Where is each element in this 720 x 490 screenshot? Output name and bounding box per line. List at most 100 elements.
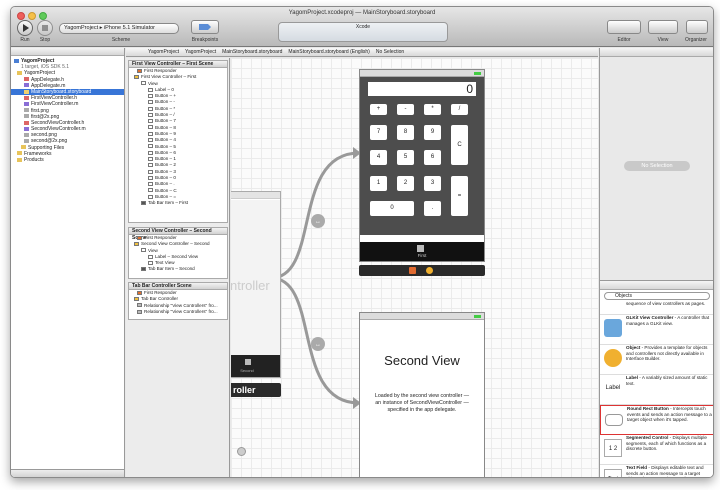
activity-viewer: Xcode xyxy=(278,22,448,42)
first-view-controller-scene[interactable]: 0 + - * / 7 8 9 C 4 5 6 1 2 3 = 0 . Firs… xyxy=(359,69,485,262)
outline-row[interactable]: Relationship "View Controllers" fro... xyxy=(129,309,227,315)
calc-key[interactable]: 7 xyxy=(370,125,387,140)
library-item[interactable]: sequence of view controllers as pages. xyxy=(600,301,713,315)
jumpbar-item[interactable]: MainStoryboard.storyboard (English) xyxy=(288,49,369,55)
library-item-selected[interactable]: Round Rect Button - Intercepts touch eve… xyxy=(600,405,713,435)
button-icon xyxy=(148,100,153,105)
view-segment[interactable] xyxy=(648,20,678,34)
responder-icon xyxy=(137,290,142,295)
jumpbar-item[interactable]: No Selection xyxy=(376,49,404,55)
scene-dock-tabbar[interactable]: roller xyxy=(231,383,281,397)
text-field-icon: Text xyxy=(604,469,622,477)
calc-key[interactable]: 2 xyxy=(397,176,414,191)
calc-key-equals[interactable]: = xyxy=(451,176,468,216)
object-cube-icon xyxy=(604,349,622,367)
calc-key[interactable]: 4 xyxy=(370,150,387,165)
tabbar-item-icon xyxy=(141,201,146,206)
calc-key[interactable]: 1 xyxy=(370,176,387,191)
calc-key[interactable]: 5 xyxy=(397,150,414,165)
calc-key-divide[interactable]: / xyxy=(451,104,468,115)
library-item[interactable]: Object - Provides a template for objects… xyxy=(600,345,713,375)
controller-icon xyxy=(134,297,139,302)
tabbar-controller-scene[interactable]: ntroller Second xyxy=(231,191,281,378)
scene-dock-first[interactable] xyxy=(359,265,485,276)
tabbar-controller-label: ntroller xyxy=(231,278,270,293)
calc-key[interactable]: 8 xyxy=(397,125,414,140)
image-file-icon xyxy=(24,132,29,137)
button-icon xyxy=(148,188,153,193)
view-icon xyxy=(141,81,146,86)
file-label: FirstViewController.m xyxy=(31,101,79,108)
scene-header[interactable]: First View Controller – First Scene xyxy=(129,61,227,68)
folder-icon xyxy=(17,151,22,156)
utilities-area: No Selection Objects sequence of view co… xyxy=(599,48,713,477)
image-file-icon xyxy=(24,139,29,144)
second-view-description: Loaded by the second view controller — a… xyxy=(374,393,470,413)
folder-icon xyxy=(21,145,26,150)
tab-bar: Second xyxy=(231,355,280,377)
breakpoints-button[interactable] xyxy=(191,20,219,34)
inspector-tabs[interactable] xyxy=(600,48,713,57)
jumpbar-item[interactable]: MainStoryboard.storyboard xyxy=(222,49,282,55)
zoom-control[interactable] xyxy=(237,447,246,456)
second-tab-icon xyxy=(245,359,251,365)
second-view-title: Second View xyxy=(384,353,460,368)
calc-key[interactable]: 3 xyxy=(424,176,441,191)
group-label: Supporting Files xyxy=(28,144,65,151)
folder-icon xyxy=(17,157,22,162)
organizer-button[interactable] xyxy=(686,20,708,34)
calc-key[interactable]: 6 xyxy=(424,150,441,165)
document-outline: First View Controller – First Scene Firs… xyxy=(126,58,230,477)
calc-key-minus[interactable]: - xyxy=(397,104,414,115)
battery-icon xyxy=(474,72,481,75)
file-label: second@2x.png xyxy=(31,138,68,145)
jumpbar-item[interactable]: YagomProject xyxy=(185,49,216,55)
calc-display: 0 xyxy=(368,82,476,96)
stop-button[interactable] xyxy=(37,20,53,36)
group-label: Frameworks xyxy=(24,150,52,157)
library-item[interactable]: Text Text Field - Displays editable text… xyxy=(600,465,713,477)
jump-bar[interactable]: YagomProject YagomProject MainStoryboard.s… xyxy=(126,48,598,57)
run-button[interactable] xyxy=(17,20,33,36)
outline-row[interactable]: Tab Bar Item – First xyxy=(129,200,227,206)
calc-key-dot[interactable]: . xyxy=(424,201,441,216)
source-file-icon xyxy=(24,126,29,131)
svg-text:↔: ↔ xyxy=(315,342,321,348)
calc-key-plus[interactable]: + xyxy=(370,104,387,115)
library-item[interactable]: 1 2 Segmented Control - Displays multipl… xyxy=(600,435,713,465)
editor-segment[interactable] xyxy=(607,20,641,34)
calc-key-multiply[interactable]: * xyxy=(424,104,441,115)
responder-icon xyxy=(137,68,142,73)
round-rect-button-icon xyxy=(605,414,623,426)
calc-key[interactable]: 9 xyxy=(424,125,441,140)
stop-icon xyxy=(42,25,48,31)
second-view-controller-scene[interactable]: Second View Loaded by the second view co… xyxy=(359,312,485,477)
scene-header[interactable]: Second View Controller – Second Scene xyxy=(129,228,227,241)
button-icon xyxy=(148,150,153,155)
object-library: Objects sequence of view controllers as … xyxy=(600,280,713,477)
view-controller-icon xyxy=(426,267,433,274)
navigator-filter-bar[interactable] xyxy=(11,469,124,477)
storyboard-canvas[interactable]: ↔ ↔ ntroller Second roller 0 + - * / 7 8… xyxy=(231,58,598,477)
folder-icon xyxy=(17,71,22,76)
navigator-tabs[interactable] xyxy=(11,48,124,56)
calc-key-zero[interactable]: 0 xyxy=(370,201,414,216)
relationship-icon xyxy=(137,303,142,308)
svg-text:↔: ↔ xyxy=(315,219,321,225)
group-row[interactable]: Products xyxy=(11,157,124,163)
library-tabs[interactable] xyxy=(600,281,713,290)
label-icon: Label xyxy=(605,385,621,391)
calc-key-clear[interactable]: C xyxy=(451,125,468,165)
source-file-icon xyxy=(24,83,29,88)
image-file-icon xyxy=(24,114,29,119)
scene-header[interactable]: Tab Bar Controller Scene xyxy=(129,283,227,290)
scheme-selector[interactable]: YagomProject ▸ iPhone 5.1 Simulator xyxy=(59,23,179,34)
jumpbar-item[interactable]: YagomProject xyxy=(148,49,179,55)
library-item[interactable]: Label Label - A variably sized amount of… xyxy=(600,375,713,405)
outline-row[interactable]: Tab Bar Item – Second xyxy=(129,266,227,272)
library-filter-select[interactable]: Objects xyxy=(604,292,710,300)
file-label: second.png xyxy=(31,132,57,139)
toolbar: YagomProject.xcodeproj — MainStoryboard.… xyxy=(11,7,713,47)
library-item[interactable]: GLKit View Controller - A controller tha… xyxy=(600,315,713,345)
window-title: YagomProject.xcodeproj — MainStoryboard.… xyxy=(288,10,436,16)
